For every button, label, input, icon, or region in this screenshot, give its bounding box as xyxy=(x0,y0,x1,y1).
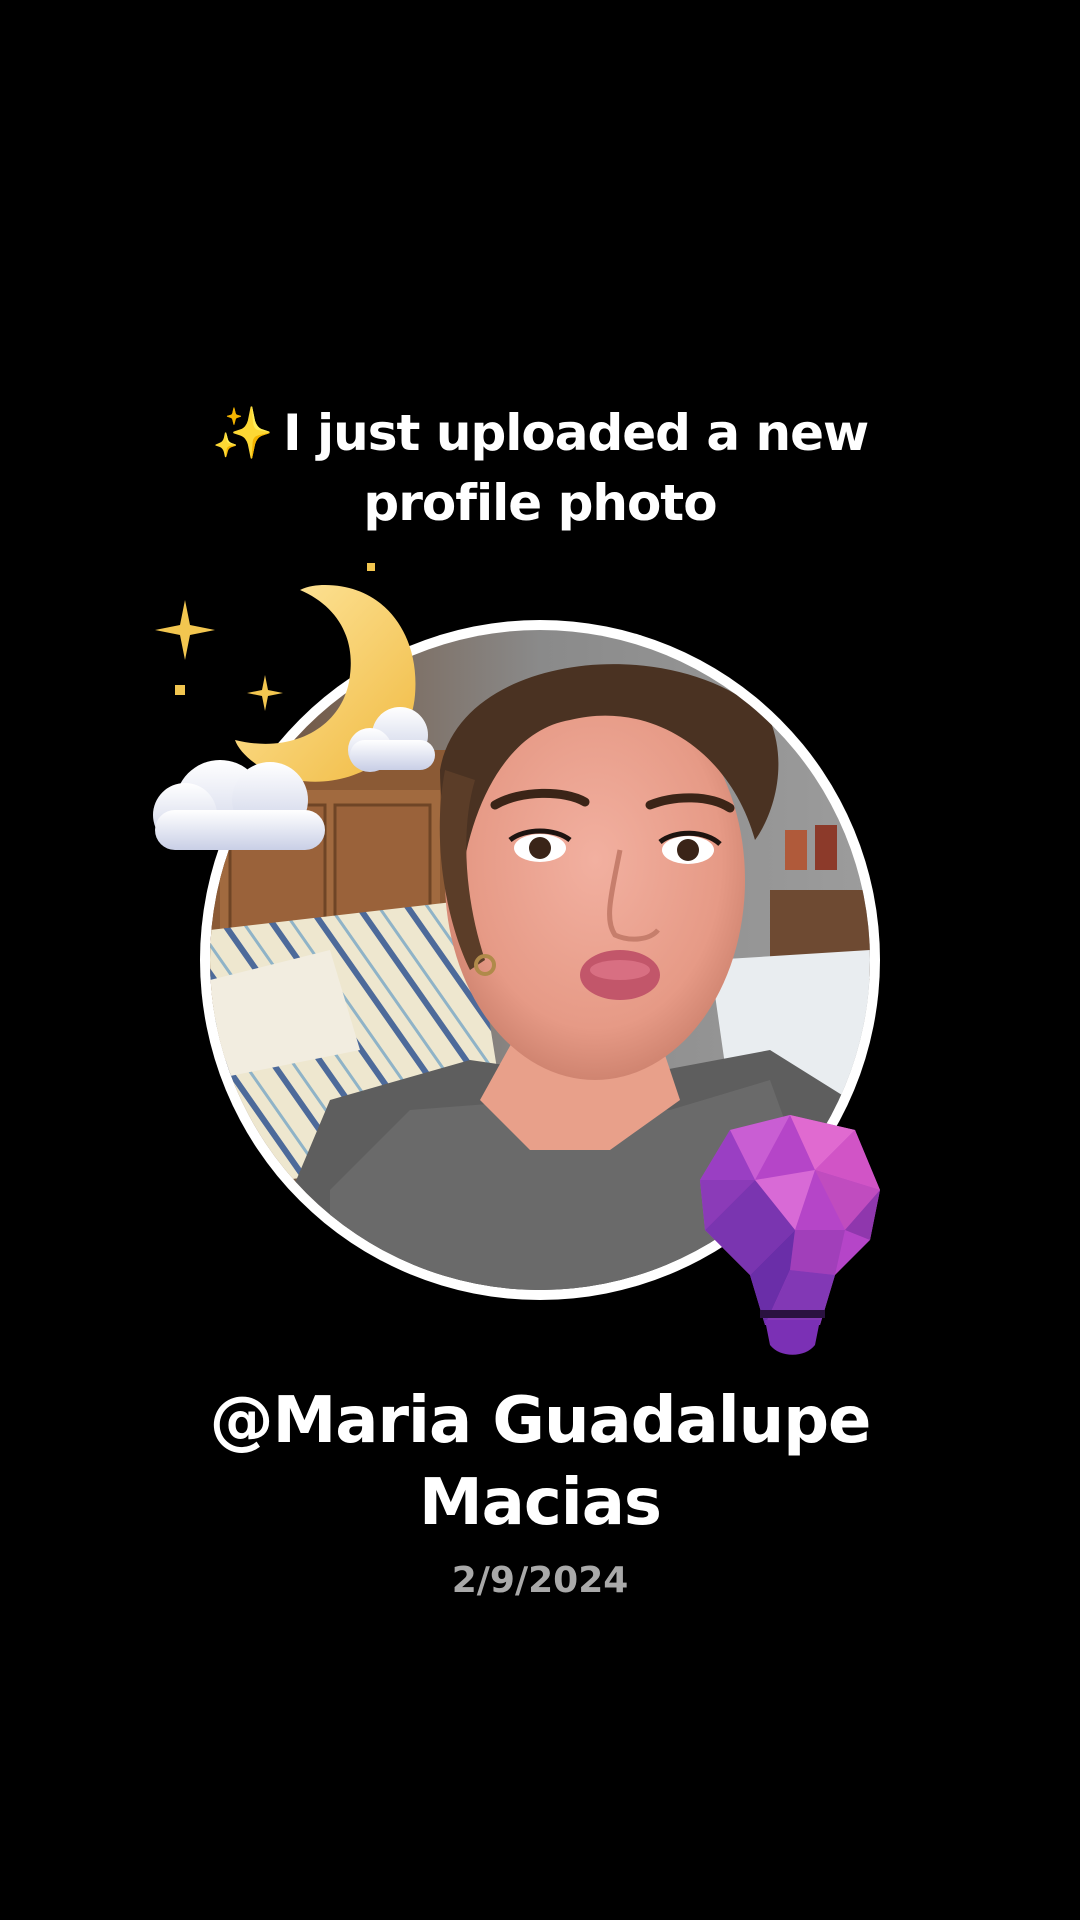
lightbulb-sticker xyxy=(695,1110,885,1360)
headline-text: I just uploaded a new profile photo xyxy=(283,404,869,532)
username: @Maria Guadalupe Macias xyxy=(209,1384,872,1540)
headline: ✨ I just uploaded a new profile photo xyxy=(140,398,940,538)
moon-clouds-sticker xyxy=(145,555,455,855)
sparkles-icon: ✨ xyxy=(211,404,274,462)
post-date: 2/9/2024 xyxy=(451,1560,629,1601)
